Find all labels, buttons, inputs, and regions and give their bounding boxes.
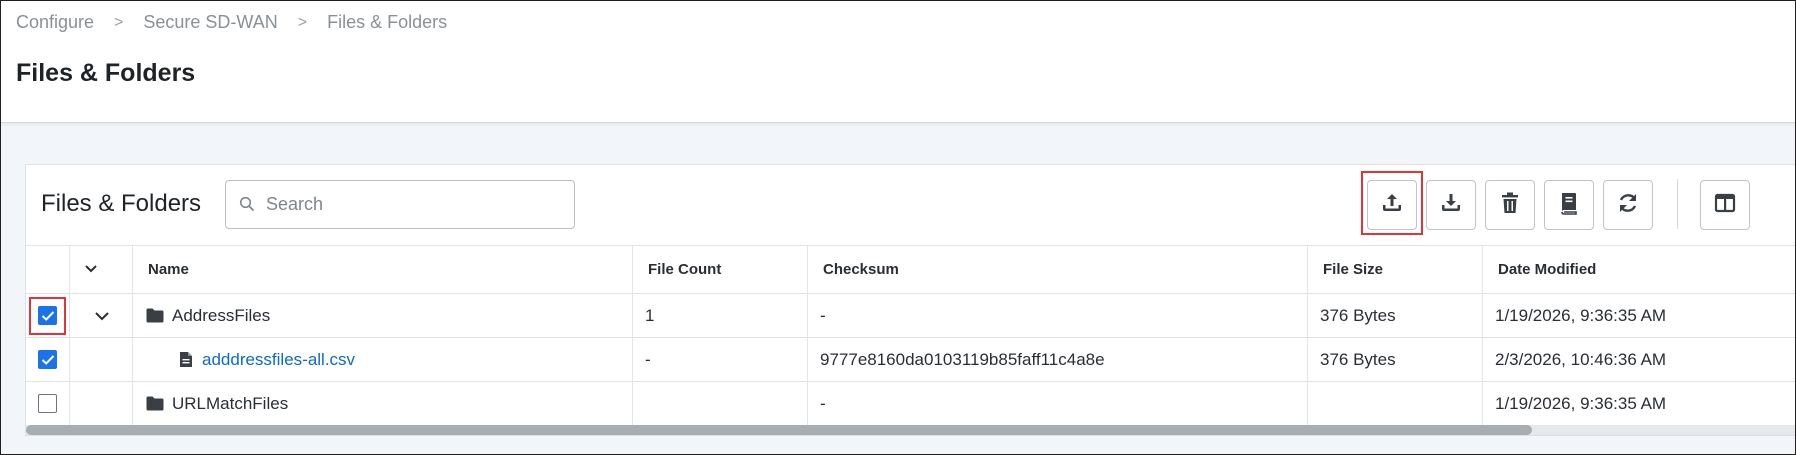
column-header-name[interactable]: Name: [148, 246, 189, 293]
download-icon: [1439, 191, 1463, 220]
row-name[interactable]: URLMatchFiles: [172, 394, 288, 414]
row-file-size: 376 Bytes: [1320, 305, 1396, 325]
collapse-all-toggle[interactable]: [84, 246, 98, 293]
app-frame: Configure > Secure SD-WAN > Files & Fold…: [0, 0, 1796, 455]
breadcrumb: Configure > Secure SD-WAN > Files & Fold…: [16, 12, 447, 33]
upload-icon: [1380, 191, 1404, 220]
breadcrumb-separator: >: [114, 13, 124, 31]
search-input[interactable]: [266, 189, 566, 220]
row-date-modified: 1/19/2026, 9:36:35 AM: [1495, 393, 1667, 413]
page-header: Configure > Secure SD-WAN > Files & Fold…: [1, 1, 1795, 123]
row-checksum: 9777e8160da0103119b85faff11c4a8e: [820, 349, 1105, 369]
row-checkbox[interactable]: [38, 394, 57, 413]
details-button[interactable]: [1544, 180, 1594, 230]
column-header-file-count[interactable]: File Count: [648, 246, 721, 293]
breadcrumb-separator: >: [297, 13, 308, 31]
row-name[interactable]: AddressFiles: [172, 306, 270, 326]
row-checksum: -: [820, 305, 826, 325]
panel-title: Files & Folders: [41, 190, 202, 217]
row-checkbox[interactable]: [38, 350, 57, 369]
file-icon: [179, 351, 193, 368]
refresh-icon: [1616, 191, 1640, 220]
breadcrumb-configure[interactable]: Configure: [16, 12, 94, 33]
toolbar-divider: [1677, 179, 1678, 229]
row-date-modified: 2/3/2026, 10:46:36 AM: [1495, 349, 1667, 369]
delete-button[interactable]: [1485, 180, 1535, 230]
files-folders-panel: Files & Folders Search Name File Count C…: [25, 164, 1795, 436]
table-header-row: Name File Count Checksum File Size Date …: [26, 245, 1795, 293]
expand-toggle[interactable]: [94, 294, 110, 337]
table-row[interactable]: URLMatchFiles - 1/19/2026, 9:36:35 AM: [26, 381, 1795, 425]
folder-icon: [146, 308, 164, 323]
column-header-file-size[interactable]: File Size: [1323, 246, 1383, 293]
chevron-down-icon: [84, 261, 98, 278]
column-header-date-modified[interactable]: Date Modified: [1498, 246, 1596, 293]
breadcrumb-files-folders: Files & Folders: [327, 12, 448, 32]
column-header-checksum[interactable]: Checksum: [823, 246, 899, 293]
trash-icon: [1499, 191, 1521, 220]
search-icon: [239, 196, 255, 217]
search-box[interactable]: [225, 180, 575, 229]
book-icon: [1558, 191, 1580, 220]
table-row[interactable]: adddressfiles-all.csv - 9777e8160da01031…: [26, 337, 1795, 381]
breadcrumb-secure-sdwan[interactable]: Secure SD-WAN: [143, 12, 277, 33]
chevron-down-icon: [94, 306, 110, 326]
table-row[interactable]: AddressFiles 1 - 376 Bytes 1/19/2026, 9:…: [26, 293, 1795, 337]
page-title: Files & Folders: [16, 59, 196, 87]
horizontal-scrollbar[interactable]: [26, 425, 1795, 435]
scrollbar-thumb[interactable]: [26, 425, 1532, 435]
columns-layout-icon: [1713, 191, 1737, 220]
row-file-count: -: [645, 349, 651, 369]
files-table: Name File Count Checksum File Size Date …: [26, 245, 1795, 425]
row-file-count: 1: [645, 305, 655, 325]
folder-icon: [146, 396, 164, 411]
upload-button[interactable]: [1367, 180, 1417, 230]
download-button[interactable]: [1426, 180, 1476, 230]
columns-button[interactable]: [1700, 180, 1750, 230]
refresh-button[interactable]: [1603, 180, 1653, 230]
row-date-modified: 1/19/2026, 9:36:35 AM: [1495, 305, 1667, 325]
row-file-size: 376 Bytes: [1320, 349, 1396, 369]
file-name-link[interactable]: adddressfiles-all.csv: [202, 350, 355, 370]
checkbox-highlight-box: [29, 297, 66, 335]
row-checksum: -: [820, 393, 826, 413]
